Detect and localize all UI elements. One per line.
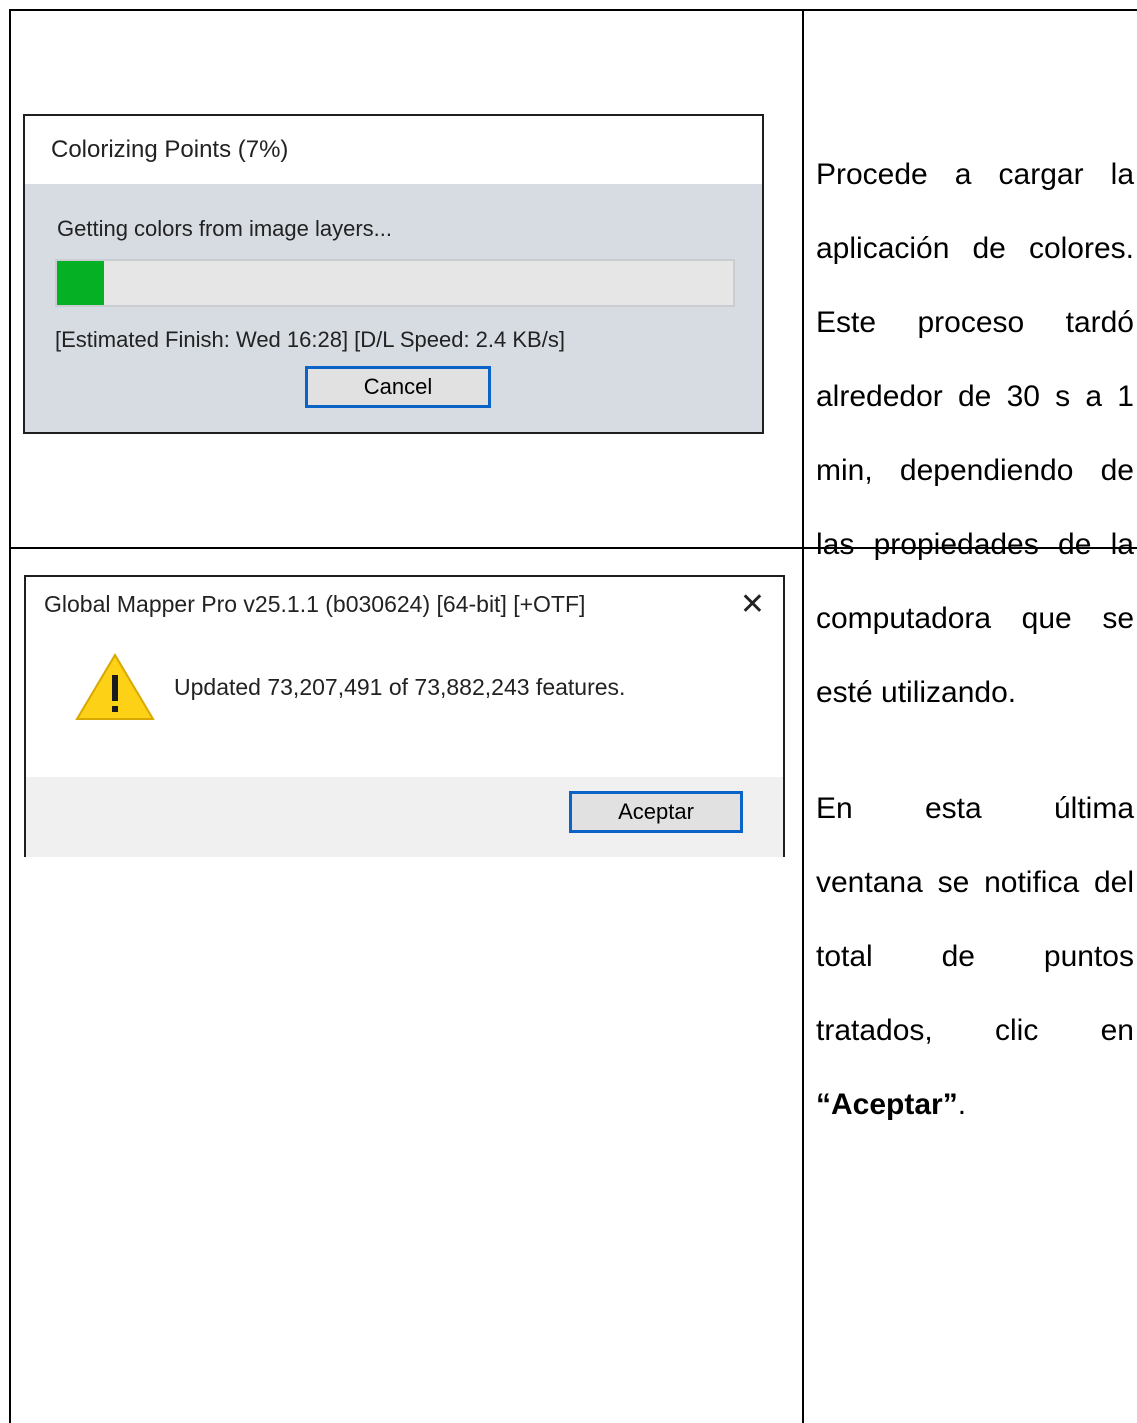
text-line: ventana se notifica del <box>816 866 1134 899</box>
bold-accept-label: “Aceptar” <box>816 1088 958 1121</box>
progress-message: Getting colors from image layers... <box>57 216 393 241</box>
text-line: Este proceso tardó <box>816 306 1134 339</box>
text-line: esté utilizando. <box>816 676 1017 709</box>
close-icon[interactable]: ✕ <box>740 587 765 622</box>
text-line: Procede a cargar la <box>816 158 1134 191</box>
dialog-message: Updated 73,207,491 of 73,882,243 feature… <box>174 674 626 700</box>
table-border-top <box>9 9 1137 11</box>
text-line: total de puntos <box>816 940 1134 973</box>
text-line: alrededor de 30 s a 1 <box>816 380 1134 413</box>
warning-icon <box>75 653 155 720</box>
dialog-title: Global Mapper Pro v25.1.1 (b030624) [64-… <box>44 591 586 617</box>
progress-bar-fill <box>57 261 105 305</box>
text-line: min, dependiendo de <box>816 454 1134 487</box>
text-tail: . <box>957 1088 967 1121</box>
dialog-title: Colorizing Points (7%) <box>25 116 762 184</box>
progress-bar <box>55 259 735 307</box>
text-line: tratados, clic en <box>816 1014 1134 1047</box>
table-border-middle <box>802 9 804 1423</box>
text-line: aplicación de colores. <box>816 232 1134 265</box>
global-mapper-message-dialog: Global Mapper Pro v25.1.1 (b030624) [64-… <box>24 575 785 857</box>
row2-description: En esta última ventana se notifica del t… <box>816 794 1134 1164</box>
cancel-button[interactable]: Cancel <box>305 366 491 408</box>
text-line: las propiedades de la <box>816 528 1134 561</box>
accept-button[interactable]: Aceptar <box>569 791 743 833</box>
text-line: “Aceptar”. <box>816 1090 1134 1120</box>
table-border-left <box>9 9 11 1423</box>
row1-description: Procede a cargar la aplicación de colore… <box>816 160 1134 752</box>
progress-status: [Estimated Finish: Wed 16:28] [D/L Speed… <box>55 327 565 352</box>
colorizing-progress-dialog: Colorizing Points (7%) Getting colors fr… <box>23 114 764 434</box>
text-line: En esta última <box>816 792 1134 825</box>
text-line: computadora que se <box>816 602 1134 635</box>
